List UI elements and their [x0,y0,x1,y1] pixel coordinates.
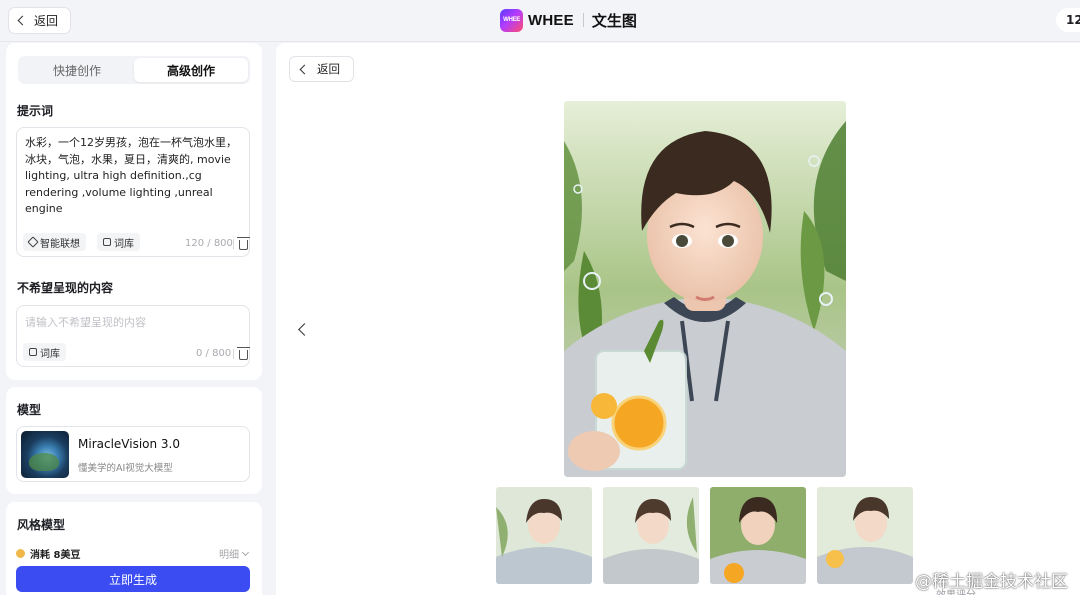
prompt-library-button[interactable]: 词库 [97,233,140,251]
back-button-label: 返回 [34,14,59,28]
divider [233,349,234,359]
style-panel: 风格模型 消耗 8美豆 明细 立即生成 [6,502,262,595]
thumbnail-image [710,487,806,584]
clear-negative-trash-icon[interactable] [237,347,250,360]
generate-button[interactable]: 立即生成 [16,566,250,592]
boy-illustration [564,101,846,477]
viewer-back-label: 返回 [317,62,340,76]
thumbnail-image [817,487,913,584]
whee-logo-icon: WHEE [500,8,523,32]
cost-row: 消耗 8美豆 明细 [16,545,250,561]
model-panel: 模型 MiracleVision 3.0 懂美学的AI视觉大模型 [6,387,262,494]
model-label: 模型 [17,403,42,417]
tab-quick-create[interactable]: 快捷创作 [20,58,134,82]
mode-tabs: 快捷创作 高级创作 [18,56,250,84]
result-thumbnail-2[interactable] [603,487,699,584]
library-icon [29,348,37,356]
negative-prompt-placeholder[interactable]: 请输入不希望呈现的内容 [25,314,146,330]
model-name: MiracleVision 3.0 [78,437,180,451]
bean-icon [16,548,25,558]
bean-counter[interactable]: 12 [1056,8,1080,32]
style-model-label: 风格模型 [17,518,66,532]
smart-suggest-button[interactable]: 智能联想 [23,233,86,251]
smart-suggest-label: 智能联想 [40,238,80,250]
top-bar: 返回 WHEE WHEE 文生图 12 [0,0,1080,42]
chevron-down-icon [241,548,250,556]
detail-label: 明细 [219,550,239,561]
viewer-back-button[interactable]: 返回 [289,56,354,82]
thumbnail-image [603,487,699,584]
cost-detail-dropdown[interactable]: 明细 [219,546,250,561]
rating-hint: 效果评分 [936,586,976,595]
prompt-char-count: 120 / 800 [185,238,233,249]
result-viewer: 返回 [276,43,1080,595]
logo-text: WHEE [503,17,520,23]
negative-char-count: 0 / 800 [196,348,232,359]
library-icon [103,238,111,246]
page-title: 文生图 [591,11,637,30]
model-selector[interactable]: MiracleVision 3.0 懂美学的AI视觉大模型 [16,426,250,482]
clear-prompt-trash-icon[interactable] [237,237,250,250]
thumbnail-image [496,487,592,584]
previous-image-arrow-icon[interactable] [298,323,311,336]
prompt-label: 提示词 [17,104,54,118]
generated-image[interactable] [564,101,846,477]
negative-library-button[interactable]: 词库 [23,343,66,361]
prompt-library-label: 词库 [114,238,134,250]
prompt-text[interactable]: 水彩，一个12岁男孩，泡在一杯气泡水里，冰块，气泡，水果，夏日，清爽的, mov… [25,135,247,218]
divider [233,239,234,249]
prompt-panel: 快捷创作 高级创作 提示词 水彩，一个12岁男孩，泡在一杯气泡水里，冰块，气泡，… [6,43,262,380]
brand-divider [582,13,584,27]
tag-icon [27,236,39,248]
brand-name: WHEE [528,11,574,29]
back-button[interactable]: 返回 [8,7,72,34]
model-description: 懂美学的AI视觉大模型 [78,463,173,474]
negative-library-label: 词库 [40,348,60,360]
brand[interactable]: WHEE WHEE 文生图 [500,8,637,32]
result-thumbnail-3-selected[interactable] [710,487,806,584]
result-thumbnail-4[interactable] [817,487,913,584]
tab-advanced-create[interactable]: 高级创作 [134,58,248,82]
cost-text: 消耗 8美豆 [30,549,81,561]
model-thumbnail [21,431,69,478]
negative-prompt-label: 不希望呈现的内容 [17,281,114,295]
result-thumbnail-1[interactable] [496,487,592,584]
chevron-left-icon [17,15,28,26]
negative-prompt-input[interactable]: 请输入不希望呈现的内容 词库 0 / 800 [16,305,250,367]
chevron-left-icon [299,64,310,74]
prompt-input[interactable]: 水彩，一个12岁男孩，泡在一杯气泡水里，冰块，气泡，水果，夏日，清爽的, mov… [16,127,250,257]
